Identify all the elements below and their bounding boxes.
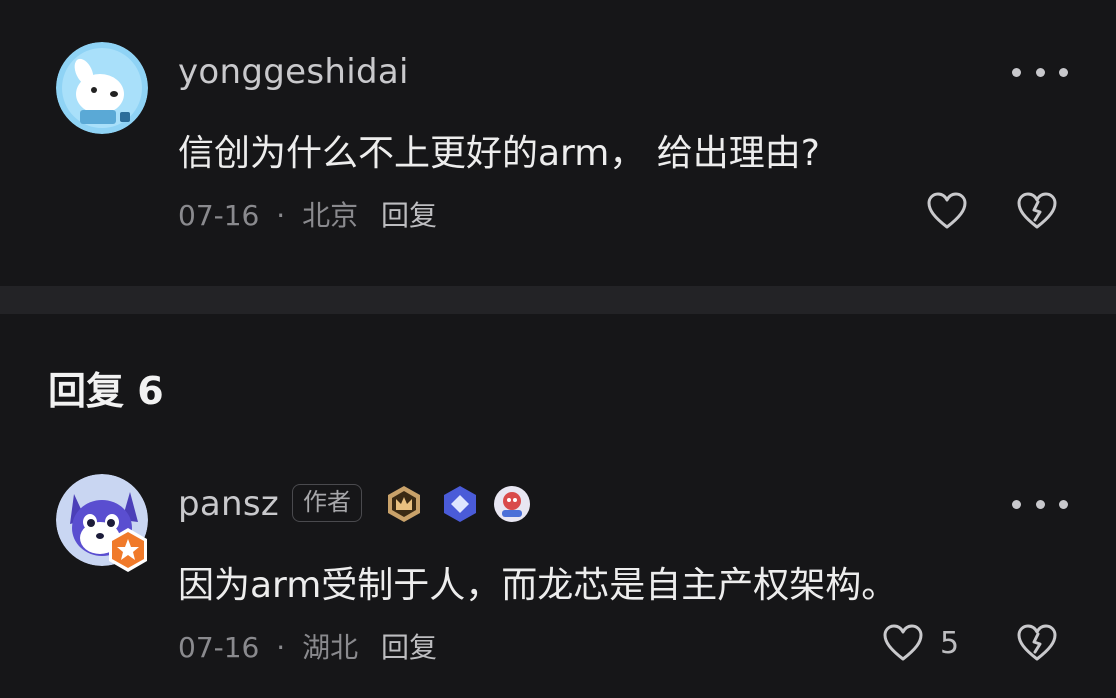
comment-location: 湖北 bbox=[302, 631, 359, 664]
diamond-badge-icon[interactable] bbox=[440, 484, 480, 524]
meta-separator: · bbox=[276, 631, 286, 664]
username[interactable]: pansz bbox=[178, 484, 279, 524]
comment-text: 因为arm受制于人，而龙芯是自主产权架构。 bbox=[178, 565, 898, 606]
dislike-button[interactable] bbox=[1016, 624, 1058, 666]
comment-date: 07-16 bbox=[178, 199, 260, 232]
like-count: 5 bbox=[940, 626, 960, 661]
crown-badge-icon[interactable] bbox=[384, 484, 424, 524]
reply-button[interactable]: 回复 bbox=[381, 199, 437, 232]
character-badge-icon[interactable] bbox=[492, 484, 532, 524]
reply-button[interactable]: 回复 bbox=[381, 631, 437, 664]
heart-outline-icon bbox=[927, 192, 967, 229]
comment-meta: 07-16 · 北京 回复 bbox=[178, 194, 437, 234]
level-badge-icon bbox=[104, 526, 152, 574]
dislike-button[interactable] bbox=[1016, 192, 1058, 234]
comment-date: 07-16 bbox=[178, 631, 260, 664]
more-dots-icon[interactable] bbox=[1012, 494, 1068, 514]
comment-meta: 07-16 · 湖北 回复 bbox=[178, 626, 437, 666]
more-dots-icon[interactable] bbox=[1012, 62, 1068, 82]
comment-location: 北京 bbox=[302, 199, 359, 232]
replies-count-title: 回复 6 bbox=[48, 369, 164, 413]
reply-item: pansz 作者 因为arm受制于人，而龙芯是自主产权架构。 07-16 · 湖… bbox=[0, 460, 1116, 698]
username[interactable]: yonggeshidai bbox=[178, 52, 409, 92]
section-divider bbox=[0, 286, 1116, 314]
avatar[interactable] bbox=[56, 42, 148, 134]
like-button[interactable] bbox=[926, 192, 968, 234]
broken-heart-icon bbox=[1017, 192, 1057, 229]
heart-outline-icon bbox=[883, 624, 923, 661]
author-tag: 作者 bbox=[292, 484, 362, 522]
like-button[interactable] bbox=[882, 624, 924, 666]
broken-heart-icon bbox=[1017, 624, 1057, 661]
dog-avatar-icon bbox=[56, 42, 148, 134]
comment-text: 信创为什么不上更好的arm， 给出理由? bbox=[178, 133, 820, 174]
meta-separator: · bbox=[276, 199, 286, 232]
comment-item: yonggeshidai 信创为什么不上更好的arm， 给出理由? 07-16 … bbox=[0, 0, 1116, 286]
